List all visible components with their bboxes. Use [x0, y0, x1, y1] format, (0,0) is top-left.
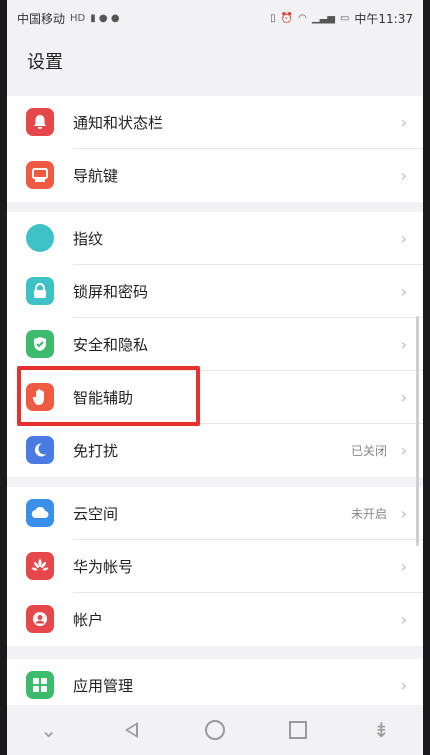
- settings-item-security-privacy[interactable]: 安全和隐私 ›: [7, 318, 423, 371]
- cloud-icon: [26, 499, 54, 527]
- notification-icons: ▮ ● ●: [90, 12, 120, 24]
- highlight-box: [17, 366, 200, 426]
- back-button[interactable]: [112, 710, 152, 750]
- settings-item-label: 云空间: [73, 505, 119, 523]
- settings-item-value: 未开启: [350, 507, 387, 521]
- pull-down-icon: ⇟: [372, 718, 390, 742]
- chevron-right-icon: ›: [400, 166, 407, 185]
- settings-item-notifications[interactable]: 通知和状态栏 ›: [7, 96, 423, 149]
- moon-icon: [26, 436, 54, 464]
- navigation-bar: ⌄ ⇟: [7, 705, 423, 755]
- settings-group-2: 指纹 › 锁屏和密码 › 安全和隐私 › 智能辅助 › 免打扰 已关闭 ›: [7, 212, 423, 477]
- settings-item-label: 锁屏和密码: [73, 283, 149, 301]
- settings-group-1: 通知和状态栏 › 导航键 ›: [7, 96, 423, 202]
- home-icon: [204, 720, 225, 740]
- chevron-right-icon: ›: [400, 282, 407, 301]
- account-icon: [26, 605, 54, 633]
- navigation-key-icon: [26, 161, 54, 189]
- signal-icon: ▁▃▅: [311, 12, 335, 24]
- scrollbar[interactable]: [416, 316, 419, 546]
- status-time: 中午11:37: [354, 11, 413, 26]
- recents-icon: [289, 721, 308, 739]
- notification-pull-button[interactable]: ⇟: [361, 710, 401, 750]
- settings-item-label: 安全和隐私: [73, 336, 149, 354]
- wifi-icon: ◠: [298, 12, 307, 24]
- hd-badge: HD: [70, 12, 86, 24]
- carrier-label: 中国移动: [17, 11, 66, 26]
- page-title: 设置: [27, 52, 63, 73]
- settings-item-label: 帐户: [73, 611, 104, 629]
- vibrate-icon: ▯: [270, 12, 276, 24]
- chevron-right-icon: ›: [400, 388, 407, 407]
- shield-icon: [26, 330, 54, 358]
- chevron-right-icon: ›: [400, 335, 407, 354]
- fingerprint-icon: [26, 224, 54, 252]
- alarm-icon: ⏰: [280, 12, 294, 24]
- chevron-right-icon: ›: [400, 557, 407, 576]
- settings-group-3: 云空间 未开启 › 华为帐号 › 帐户 ›: [7, 487, 423, 646]
- recents-button[interactable]: [278, 710, 318, 750]
- chevron-down-icon[interactable]: ⌄: [29, 710, 69, 750]
- chevron-right-icon: ›: [400, 113, 407, 132]
- settings-item-huawei-account[interactable]: 华为帐号 ›: [7, 540, 423, 593]
- settings-item-value: 已关闭: [350, 444, 387, 458]
- settings-item-label: 华为帐号: [73, 558, 134, 576]
- settings-item-cloud[interactable]: 云空间 未开启 ›: [7, 487, 423, 540]
- chevron-right-icon: ›: [400, 441, 407, 460]
- settings-item-accounts[interactable]: 帐户 ›: [7, 593, 423, 646]
- huawei-icon: [26, 552, 54, 580]
- settings-item-label: 通知和状态栏: [73, 114, 164, 132]
- chevron-right-icon: ›: [400, 610, 407, 629]
- settings-item-label: 指纹: [73, 230, 104, 248]
- settings-item-label: 导航键: [73, 167, 119, 185]
- apps-icon: [26, 671, 54, 699]
- chevron-right-icon: ›: [400, 676, 407, 695]
- back-icon: [125, 722, 139, 738]
- settings-item-label: 免打扰: [73, 442, 119, 460]
- settings-item-lock-screen[interactable]: 锁屏和密码 ›: [7, 265, 423, 318]
- status-bar: 中国移动 HD ▮ ● ● ▯ ⏰ ◠ ▁▃▅ ▭ 中午11:37: [7, 0, 423, 36]
- settings-item-navigation-key[interactable]: 导航键 ›: [7, 149, 423, 202]
- settings-item-do-not-disturb[interactable]: 免打扰 已关闭 ›: [7, 424, 423, 477]
- settings-item-label: 应用管理: [73, 677, 134, 695]
- home-button[interactable]: [195, 710, 235, 750]
- chevron-right-icon: ›: [400, 229, 407, 248]
- bell-icon: [26, 108, 54, 136]
- phone-screen: 中国移动 HD ▮ ● ● ▯ ⏰ ◠ ▁▃▅ ▭ 中午11:37 设置 通知和…: [7, 0, 423, 755]
- chevron-right-icon: ›: [400, 504, 407, 523]
- battery-icon: ▭: [339, 12, 350, 24]
- settings-item-fingerprint[interactable]: 指纹 ›: [7, 212, 423, 265]
- lock-icon: [26, 277, 54, 305]
